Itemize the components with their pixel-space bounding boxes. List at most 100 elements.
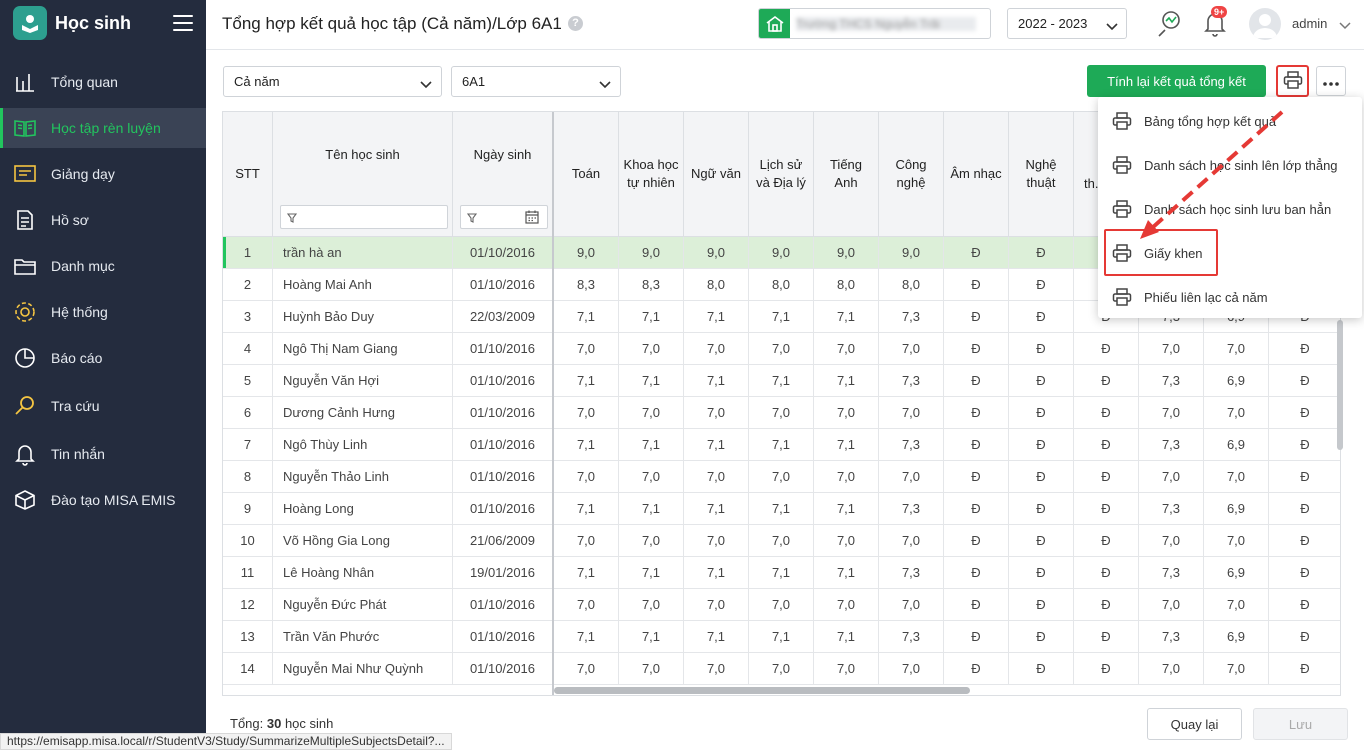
sidebar-item-profile[interactable]: Hồ sơ	[0, 200, 206, 240]
cell-score: 6,9	[1204, 557, 1269, 588]
brand: Học sinh	[0, 0, 206, 46]
sidebar-item-label: Hệ thống	[51, 304, 108, 320]
sidebar-item-teaching[interactable]: Giảng dạy	[0, 154, 206, 194]
dob-filter-input[interactable]	[460, 205, 548, 229]
more-options-button[interactable]	[1316, 66, 1346, 96]
cell-stt: 2	[223, 269, 273, 300]
cell-score: Đ	[1269, 653, 1340, 684]
cell-score: 7,1	[814, 301, 879, 332]
activity-icon[interactable]	[1156, 10, 1182, 41]
table-row[interactable]: 10 Võ Hồng Gia Long 21/06/2009 7,0 7,0 7,0 7,0…	[223, 525, 1340, 557]
menu-item-label: Bảng tổng hợp kết quả	[1144, 113, 1277, 129]
table-row[interactable]: 6 Dương Cảnh Hưng 01/10/2016 7,0 7,0 7,0 7,0 7,…	[223, 397, 1340, 429]
cell-score: Đ	[1074, 333, 1139, 364]
print-button[interactable]	[1276, 65, 1309, 97]
cell-score: Đ	[1269, 525, 1340, 556]
sidebar-item-messages[interactable]: Tin nhắn	[0, 434, 206, 474]
school-year-select[interactable]: 2022 - 2023	[1007, 8, 1127, 39]
cell-stt: 10	[223, 525, 273, 556]
cell-score: Đ	[1009, 397, 1074, 428]
cell-dob: 01/10/2016	[453, 269, 553, 300]
sidebar-item-label: Hồ sơ	[51, 212, 89, 228]
column-header-subject: Ngữ văn	[684, 112, 749, 236]
table-row[interactable]: 11 Lê Hoàng Nhân 19/01/2016 7,1 7,1 7,1 7,1 7,1…	[223, 557, 1340, 589]
calendar-icon[interactable]	[525, 210, 539, 227]
avatar[interactable]	[1249, 8, 1281, 40]
sidebar-item-study[interactable]: Học tập rèn luyện	[0, 108, 206, 148]
help-icon[interactable]: ?	[568, 16, 583, 31]
cell-score: 8,0	[814, 269, 879, 300]
cell-student-name: Nguyễn Thảo Linh	[273, 461, 453, 492]
period-select[interactable]: Cả năm	[223, 66, 442, 97]
folder-icon	[12, 253, 38, 279]
menu-item-promoted-list[interactable]: Danh sách học sinh lên lớp thẳng	[1098, 143, 1362, 187]
sidebar-item-reports[interactable]: Báo cáo	[0, 338, 206, 378]
cell-score: 7,0	[554, 653, 619, 684]
sidebar-item-lookup[interactable]: Tra cứu	[0, 386, 206, 426]
class-select[interactable]: 6A1	[451, 66, 621, 97]
sidebar-item-system[interactable]: Hệ thống	[0, 292, 206, 332]
sidebar-item-catalog[interactable]: Danh mục	[0, 246, 206, 286]
cell-score: 7,0	[1204, 589, 1269, 620]
table-row[interactable]: 8 Nguyễn Thảo Linh 01/10/2016 7,0 7,0 7,0 7,0 7…	[223, 461, 1340, 493]
cell-score: 7,0	[1204, 333, 1269, 364]
cell-dob: 01/10/2016	[453, 365, 553, 396]
open-book-icon	[12, 115, 38, 141]
recalculate-button[interactable]: Tính lại kết quả tổng kết	[1087, 65, 1266, 97]
table-row[interactable]: 7 Ngô Thùy Linh 01/10/2016 7,1 7,1 7,1 7,1 7,1 7…	[223, 429, 1340, 461]
cell-score: Đ	[1074, 397, 1139, 428]
menu-item-retained-list[interactable]: Danh sách học sinh lưu ban hẳn	[1098, 187, 1362, 231]
cell-score: 7,1	[619, 301, 684, 332]
cell-stt: 8	[223, 461, 273, 492]
school-year-value: 2022 - 2023	[1018, 16, 1088, 31]
cell-score: 7,3	[1139, 621, 1204, 652]
bar-chart-icon	[12, 69, 38, 95]
school-select[interactable]: Trường THCS Nguyễn Trãi	[758, 8, 991, 39]
sidebar-item-overview[interactable]: Tổng quan	[0, 62, 206, 102]
menu-item-summary-table[interactable]: Bảng tổng hợp kết quả	[1098, 99, 1362, 143]
brand-title: Học sinh	[55, 12, 132, 33]
column-header-stt: STT	[223, 112, 273, 236]
table-row[interactable]: 9 Hoàng Long 01/10/2016 7,1 7,1 7,1 7,1 7,1 7,3 Đ…	[223, 493, 1340, 525]
table-row[interactable]: 4 Ngô Thị Nam Giang 01/10/2016 7,0 7,0 7,0 7,0…	[223, 333, 1340, 365]
cell-score: Đ	[1009, 269, 1074, 300]
column-header-subject: Tiếng Anh	[814, 112, 879, 236]
cell-score: 7,0	[749, 525, 814, 556]
back-button[interactable]: Quay lại	[1147, 708, 1242, 740]
class-value: 6A1	[462, 74, 486, 89]
vertical-scrollbar[interactable]	[1337, 320, 1343, 450]
cell-score: 7,1	[814, 557, 879, 588]
cell-score: Đ	[1074, 493, 1139, 524]
cell-student-name: Nguyễn Văn Hợi	[273, 365, 453, 396]
menu-item-report-card[interactable]: Phiếu liên lạc cả năm	[1098, 275, 1362, 319]
name-filter-input[interactable]	[280, 205, 448, 229]
status-bar-url: https://emisapp.misa.local/r/StudentV3/S…	[0, 733, 452, 750]
column-header-subject: Nghệ thuật	[1009, 112, 1074, 236]
menu-toggle-icon[interactable]	[173, 15, 193, 31]
column-header-subject: Toán	[554, 112, 619, 236]
user-name[interactable]: admin	[1292, 16, 1327, 31]
cell-score: 7,0	[684, 589, 749, 620]
cell-score: Đ	[1074, 365, 1139, 396]
cell-score: 7,1	[619, 429, 684, 460]
cell-score: 8,0	[879, 269, 944, 300]
cell-score: 7,0	[749, 589, 814, 620]
printer-icon	[1112, 199, 1132, 219]
chevron-down-icon[interactable]	[1339, 18, 1351, 33]
table-row[interactable]: 14 Nguyễn Mai Như Quỳnh 01/10/2016 7,0 7,0 7,…	[223, 653, 1340, 685]
cell-score: Đ	[1269, 333, 1340, 364]
table-row[interactable]: 5 Nguyễn Văn Hợi 01/10/2016 7,1 7,1 7,1 7,1 7,1…	[223, 365, 1340, 397]
save-button[interactable]: Lưu	[1253, 708, 1348, 740]
table-row[interactable]: 13 Trần Văn Phước 01/10/2016 7,1 7,1 7,1 7,1 7,…	[223, 621, 1340, 653]
cell-score: 7,0	[749, 653, 814, 684]
cell-student-name: trần hà an	[273, 237, 453, 268]
scrollbar-thumb[interactable]	[554, 687, 970, 694]
table-row[interactable]: 12 Nguyễn Đức Phát 01/10/2016 7,0 7,0 7,0 7,0 7…	[223, 589, 1340, 621]
cell-score: 7,1	[619, 557, 684, 588]
horizontal-scrollbar[interactable]	[554, 686, 1340, 694]
cell-score: 7,3	[879, 429, 944, 460]
cell-stt: 12	[223, 589, 273, 620]
sidebar-item-training[interactable]: Đào tạo MISA EMIS	[0, 480, 206, 520]
sidebar-item-label: Danh mục	[51, 258, 115, 274]
menu-item-label: Phiếu liên lạc cả năm	[1144, 289, 1268, 305]
